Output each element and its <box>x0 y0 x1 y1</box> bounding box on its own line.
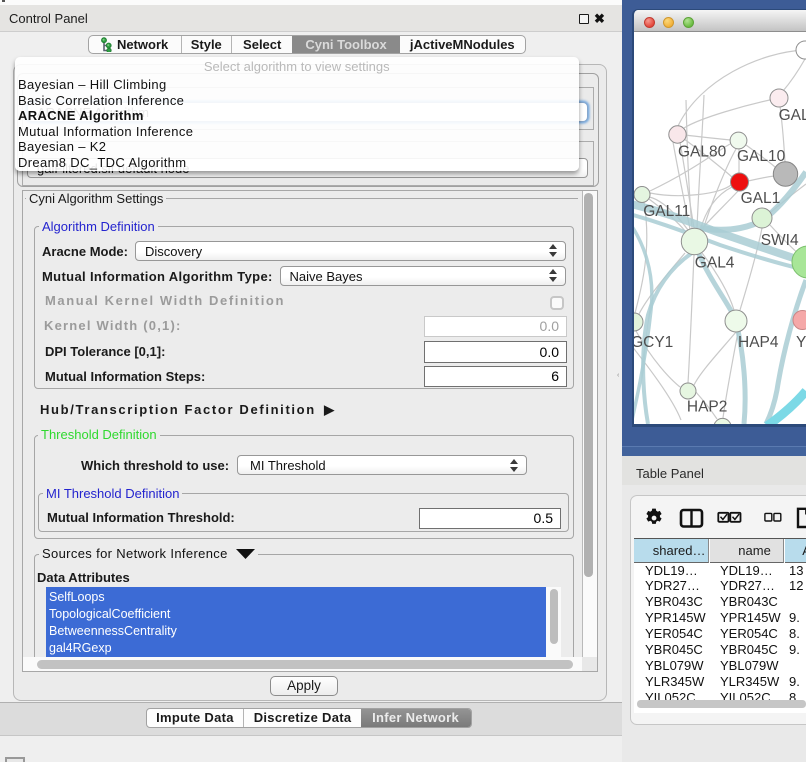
svg-text:Y: Y <box>796 334 806 351</box>
svg-text:GAL7: GAL7 <box>779 107 806 124</box>
svg-text:HAP2: HAP2 <box>687 399 728 416</box>
svg-text:GAL80: GAL80 <box>678 143 727 160</box>
svg-text:GAL11: GAL11 <box>643 203 690 220</box>
svg-text:GAL4: GAL4 <box>695 255 735 272</box>
svg-text:GAL10: GAL10 <box>737 148 786 165</box>
svg-text:GAL1: GAL1 <box>741 190 781 207</box>
svg-text:SWI4: SWI4 <box>761 232 799 249</box>
svg-text:GCY1: GCY1 <box>634 334 673 351</box>
svg-text:HAP4: HAP4 <box>738 334 779 351</box>
